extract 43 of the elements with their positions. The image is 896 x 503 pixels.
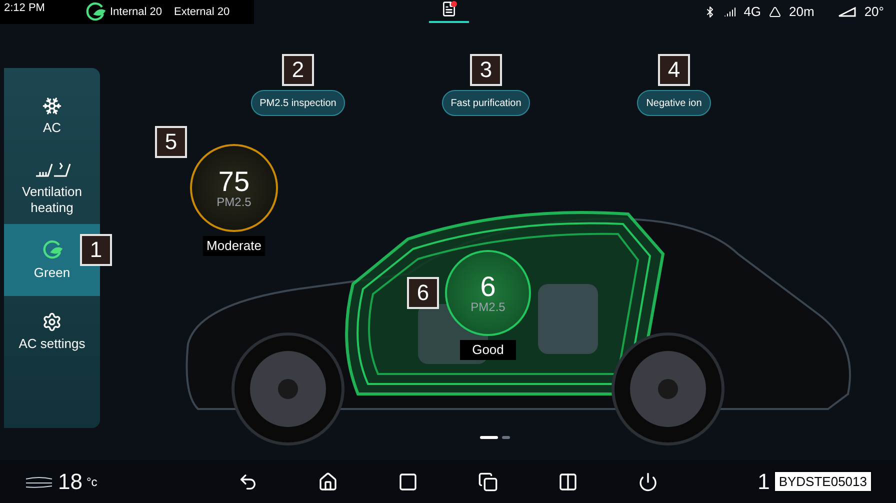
callout-number: 1: [80, 234, 112, 266]
pm-value: 75: [218, 168, 250, 196]
air-rating: Moderate: [202, 236, 266, 256]
back-icon[interactable]: [238, 472, 258, 492]
figure-code: BYDSTE05013: [774, 470, 872, 492]
notification-button[interactable]: [428, 1, 469, 23]
callout-number: 3: [470, 54, 502, 86]
callout-number: 6: [407, 277, 439, 309]
sidebar-item[interactable]: AC: [4, 80, 100, 152]
message-icon: [440, 1, 457, 17]
pm-unit: PM2.5: [216, 196, 252, 208]
home-icon[interactable]: [318, 472, 338, 492]
right-temperature: 1: [758, 468, 770, 496]
outside-temp-text: 20°: [864, 3, 884, 22]
airflow-icon: [24, 474, 54, 488]
triangle-icon: [769, 6, 782, 18]
left-temperature: 18: [58, 468, 82, 496]
pm-value: 6: [480, 273, 496, 301]
slope-icon: [838, 7, 856, 17]
square-icon[interactable]: [398, 472, 418, 492]
sidebar-item[interactable]: Ventilation heating: [4, 152, 100, 224]
status-time: 2:12 PM: [0, 0, 80, 24]
altitude-text: 20m: [789, 3, 814, 22]
split-screen-icon[interactable]: [558, 472, 578, 492]
temperature-unit: °c: [86, 474, 98, 490]
temperature-text: Internal 20: [110, 4, 162, 20]
feature-button[interactable]: PM2.5 inspection: [250, 90, 346, 116]
feature-button[interactable]: Fast purification: [442, 90, 530, 116]
temperature-text: External 20: [174, 4, 230, 20]
feature-button[interactable]: Negative ion: [637, 90, 711, 116]
power-icon[interactable]: [638, 472, 658, 492]
leaf-cycle-icon: [84, 1, 106, 23]
callout-number: 5: [155, 126, 187, 158]
network-text: 4G: [744, 3, 762, 22]
callout-number: 4: [658, 54, 690, 86]
air-rating: Good: [460, 340, 516, 360]
callout-number: 2: [282, 54, 314, 86]
pm-unit: PM2.5: [470, 301, 506, 313]
windows-icon[interactable]: [478, 472, 498, 492]
leaf-cycle-icon: [41, 238, 63, 261]
snowflake-icon: [42, 96, 62, 116]
sidebar-item[interactable]: AC settings: [4, 296, 100, 368]
settings-icon: [42, 312, 62, 332]
